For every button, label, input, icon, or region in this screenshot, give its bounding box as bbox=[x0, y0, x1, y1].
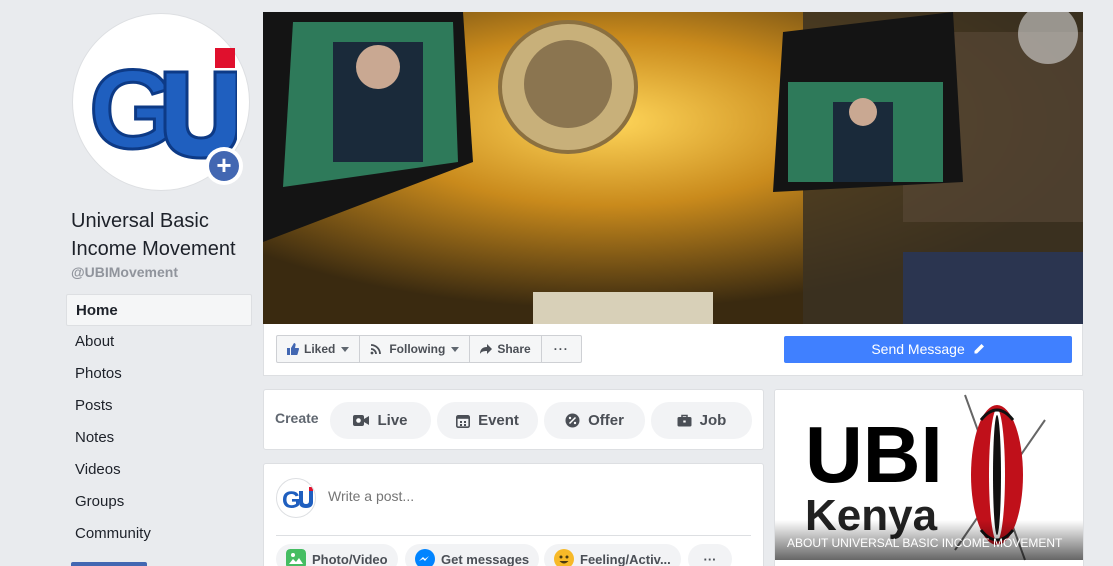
video-camera-icon bbox=[353, 415, 370, 426]
briefcase-icon bbox=[677, 414, 692, 427]
logo-top-text: UBI bbox=[805, 410, 943, 499]
liked-button[interactable]: Liked bbox=[277, 336, 361, 362]
live-label: Live bbox=[377, 412, 408, 429]
ubi-logo-icon: G bbox=[282, 487, 313, 514]
live-button[interactable]: Live bbox=[330, 402, 431, 439]
post-composer: G Photo/Video Get messages Feeling/Activ… bbox=[263, 463, 764, 566]
get-messages-label: Get messages bbox=[441, 551, 530, 566]
cover-image bbox=[263, 12, 1083, 324]
pencil-icon bbox=[974, 344, 984, 354]
page-action-bar: Liked Following Share ··· Send Message bbox=[263, 324, 1083, 376]
more-icon: ··· bbox=[553, 342, 569, 356]
composer-divider bbox=[276, 535, 751, 536]
promote-button[interactable] bbox=[71, 562, 147, 566]
more-options-button[interactable]: ··· bbox=[542, 336, 581, 362]
smiley-icon bbox=[554, 549, 574, 566]
ubi-logo-icon: G bbox=[88, 46, 237, 162]
page-handle[interactable]: @UBIMovement bbox=[71, 264, 178, 280]
photo-video-button[interactable]: Photo/Video bbox=[276, 544, 398, 566]
nav-item-videos[interactable]: Videos bbox=[66, 454, 252, 486]
nav-item-groups[interactable]: Groups bbox=[66, 486, 252, 518]
plus-icon: + bbox=[209, 151, 239, 181]
photo-icon bbox=[286, 549, 306, 566]
event-button[interactable]: Event bbox=[437, 402, 538, 439]
chevron-down-icon bbox=[451, 346, 460, 352]
page-actions-group: Liked Following Share ··· bbox=[276, 335, 582, 363]
job-button[interactable]: Job bbox=[651, 402, 752, 439]
create-panel: Create Live Event Offer Job bbox=[263, 389, 764, 450]
share-button[interactable]: Share bbox=[470, 336, 542, 362]
about-caption: ABOUT UNIVERSAL BASIC INCOME MOVEMENT bbox=[775, 520, 1083, 560]
send-message-button[interactable]: Send Message bbox=[784, 336, 1072, 363]
about-card[interactable]: UBI Kenya ABOUT UNIVERSAL BASIC INCOME M… bbox=[774, 389, 1084, 566]
photo-video-label: Photo/Video bbox=[312, 551, 388, 566]
offer-button[interactable]: Offer bbox=[544, 402, 645, 439]
job-label: Job bbox=[699, 412, 727, 429]
nav-item-posts[interactable]: Posts bbox=[66, 390, 252, 422]
following-button[interactable]: Following bbox=[360, 336, 471, 362]
event-label: Event bbox=[478, 412, 519, 429]
cover-photo[interactable] bbox=[263, 12, 1083, 324]
nav-item-community[interactable]: Community bbox=[66, 518, 252, 550]
feeling-activity-label: Feeling/Activ... bbox=[580, 551, 671, 566]
add-photo-button[interactable]: + bbox=[205, 147, 243, 185]
liked-label: Liked bbox=[304, 342, 336, 356]
share-label: Share bbox=[497, 342, 531, 356]
nav-item-home[interactable]: Home bbox=[66, 294, 252, 326]
get-messages-button[interactable]: Get messages bbox=[405, 544, 540, 566]
composer-avatar: G bbox=[276, 478, 316, 518]
thumbs-up-icon bbox=[287, 343, 299, 355]
page-nav: Home About Photos Posts Notes Videos Gro… bbox=[66, 294, 252, 550]
svg-text:G: G bbox=[282, 487, 301, 514]
post-input[interactable] bbox=[328, 488, 728, 504]
svg-text:G: G bbox=[89, 47, 176, 162]
create-label: Create bbox=[275, 410, 319, 426]
send-message-label: Send Message bbox=[871, 341, 965, 357]
nav-item-photos[interactable]: Photos bbox=[66, 358, 252, 390]
nav-item-about[interactable]: About bbox=[66, 326, 252, 358]
about-caption-text: ABOUT UNIVERSAL BASIC INCOME MOVEMENT bbox=[787, 536, 1063, 550]
offer-tag-icon bbox=[565, 413, 580, 428]
composer-more-button[interactable]: ··· bbox=[688, 544, 732, 566]
offer-label: Offer bbox=[588, 412, 624, 429]
nav-item-notes[interactable]: Notes bbox=[66, 422, 252, 454]
share-arrow-icon bbox=[480, 344, 493, 354]
calendar-icon bbox=[456, 414, 471, 428]
feeling-activity-button[interactable]: Feeling/Activ... bbox=[544, 544, 681, 566]
page-title: Universal Basic Income Movement bbox=[71, 210, 236, 260]
chevron-down-icon bbox=[341, 346, 350, 352]
messenger-icon bbox=[415, 549, 435, 566]
rss-icon bbox=[370, 344, 382, 355]
following-label: Following bbox=[389, 342, 446, 356]
more-icon: ··· bbox=[703, 551, 717, 566]
